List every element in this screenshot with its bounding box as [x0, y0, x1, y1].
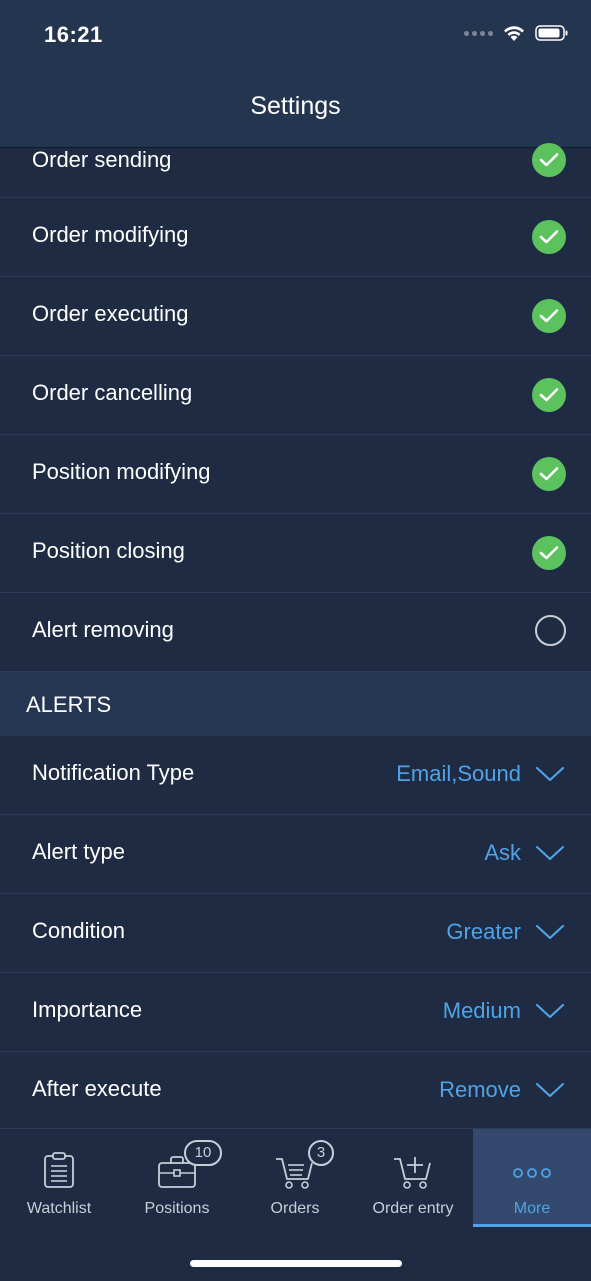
- setting-row-order-sending[interactable]: Order sending: [0, 143, 591, 198]
- settings-list: Order sending Order modifying Order exec…: [0, 143, 591, 1131]
- tab-orders[interactable]: 3 Orders: [236, 1129, 354, 1227]
- setting-value[interactable]: Email,Sound: [396, 761, 521, 787]
- tab-label: Watchlist: [26, 1200, 92, 1217]
- setting-row-condition[interactable]: Condition Greater: [0, 894, 591, 973]
- status-bar: 16:21: [0, 0, 591, 72]
- setting-label: Condition: [32, 918, 125, 943]
- setting-row-order-executing[interactable]: Order executing: [0, 277, 591, 356]
- clipboard-icon: [44, 1152, 74, 1188]
- tab-label: Orders: [270, 1200, 320, 1217]
- setting-row-alert-removing[interactable]: Alert removing: [0, 593, 591, 672]
- setting-value[interactable]: Ask: [484, 840, 521, 866]
- cellular-signal-icon: [464, 30, 493, 36]
- setting-label: Alert removing: [32, 617, 174, 642]
- checkmark-icon[interactable]: [532, 143, 566, 177]
- status-icons: [464, 24, 569, 42]
- setting-row-notification-type[interactable]: Notification Type Email,Sound: [0, 736, 591, 815]
- setting-label: After execute: [32, 1076, 162, 1101]
- navigation-bar: Settings: [0, 72, 591, 148]
- chevron-down-icon[interactable]: [535, 1003, 565, 1020]
- setting-value[interactable]: Medium: [443, 998, 521, 1024]
- setting-row-order-cancelling[interactable]: Order cancelling: [0, 356, 591, 435]
- chevron-down-icon[interactable]: [535, 766, 565, 783]
- setting-row-position-modifying[interactable]: Position modifying: [0, 435, 591, 514]
- more-dots-icon: [513, 1168, 551, 1178]
- setting-label: Position closing: [32, 538, 185, 563]
- page-title: Settings: [250, 92, 341, 120]
- chevron-down-icon[interactable]: [535, 1082, 565, 1099]
- setting-value[interactable]: Remove: [439, 1077, 521, 1103]
- setting-label: Order cancelling: [32, 380, 193, 405]
- setting-value[interactable]: Greater: [446, 919, 521, 945]
- tab-label: Positions: [144, 1200, 210, 1217]
- checkmark-icon[interactable]: [532, 378, 566, 412]
- setting-row-after-execute[interactable]: After execute Remove: [0, 1052, 591, 1131]
- status-time: 16:21: [44, 22, 103, 47]
- tab-positions[interactable]: 10 Positions: [118, 1129, 236, 1227]
- setting-row-order-modifying[interactable]: Order modifying: [0, 198, 591, 277]
- setting-label: Position modifying: [32, 459, 211, 484]
- chevron-down-icon[interactable]: [535, 924, 565, 941]
- checkmark-icon[interactable]: [532, 299, 566, 333]
- cart-add-icon: [394, 1157, 431, 1189]
- setting-label: Order modifying: [32, 222, 189, 247]
- unchecked-circle-icon[interactable]: [535, 615, 566, 646]
- tab-bar: Watchlist 10 Positions 3 Orders Order en…: [0, 1128, 591, 1281]
- orders-count-badge: 3: [308, 1140, 334, 1166]
- tab-more[interactable]: More: [473, 1129, 591, 1227]
- setting-label: Alert type: [32, 839, 125, 864]
- chevron-down-icon[interactable]: [535, 845, 565, 862]
- tab-order-entry[interactable]: Order entry: [354, 1129, 472, 1227]
- setting-label: Notification Type: [32, 760, 195, 785]
- checkmark-icon[interactable]: [532, 536, 566, 570]
- tab-label: More: [513, 1200, 551, 1217]
- setting-label: Order sending: [32, 147, 172, 172]
- wifi-icon: [504, 26, 524, 41]
- setting-label: Importance: [32, 997, 143, 1022]
- home-indicator[interactable]: [190, 1260, 402, 1267]
- setting-row-importance[interactable]: Importance Medium: [0, 973, 591, 1052]
- battery-icon: [535, 25, 568, 41]
- section-header-alerts: ALERTS: [0, 672, 591, 736]
- tab-watchlist[interactable]: Watchlist: [0, 1129, 118, 1227]
- checkmark-icon[interactable]: [532, 457, 566, 491]
- section-title: ALERTS: [26, 692, 112, 717]
- setting-row-position-closing[interactable]: Position closing: [0, 514, 591, 593]
- positions-count-badge: 10: [184, 1140, 222, 1166]
- setting-label: Order executing: [32, 301, 189, 326]
- setting-row-alert-type[interactable]: Alert type Ask: [0, 815, 591, 894]
- checkmark-icon[interactable]: [532, 220, 566, 254]
- tab-label: Order entry: [372, 1200, 454, 1217]
